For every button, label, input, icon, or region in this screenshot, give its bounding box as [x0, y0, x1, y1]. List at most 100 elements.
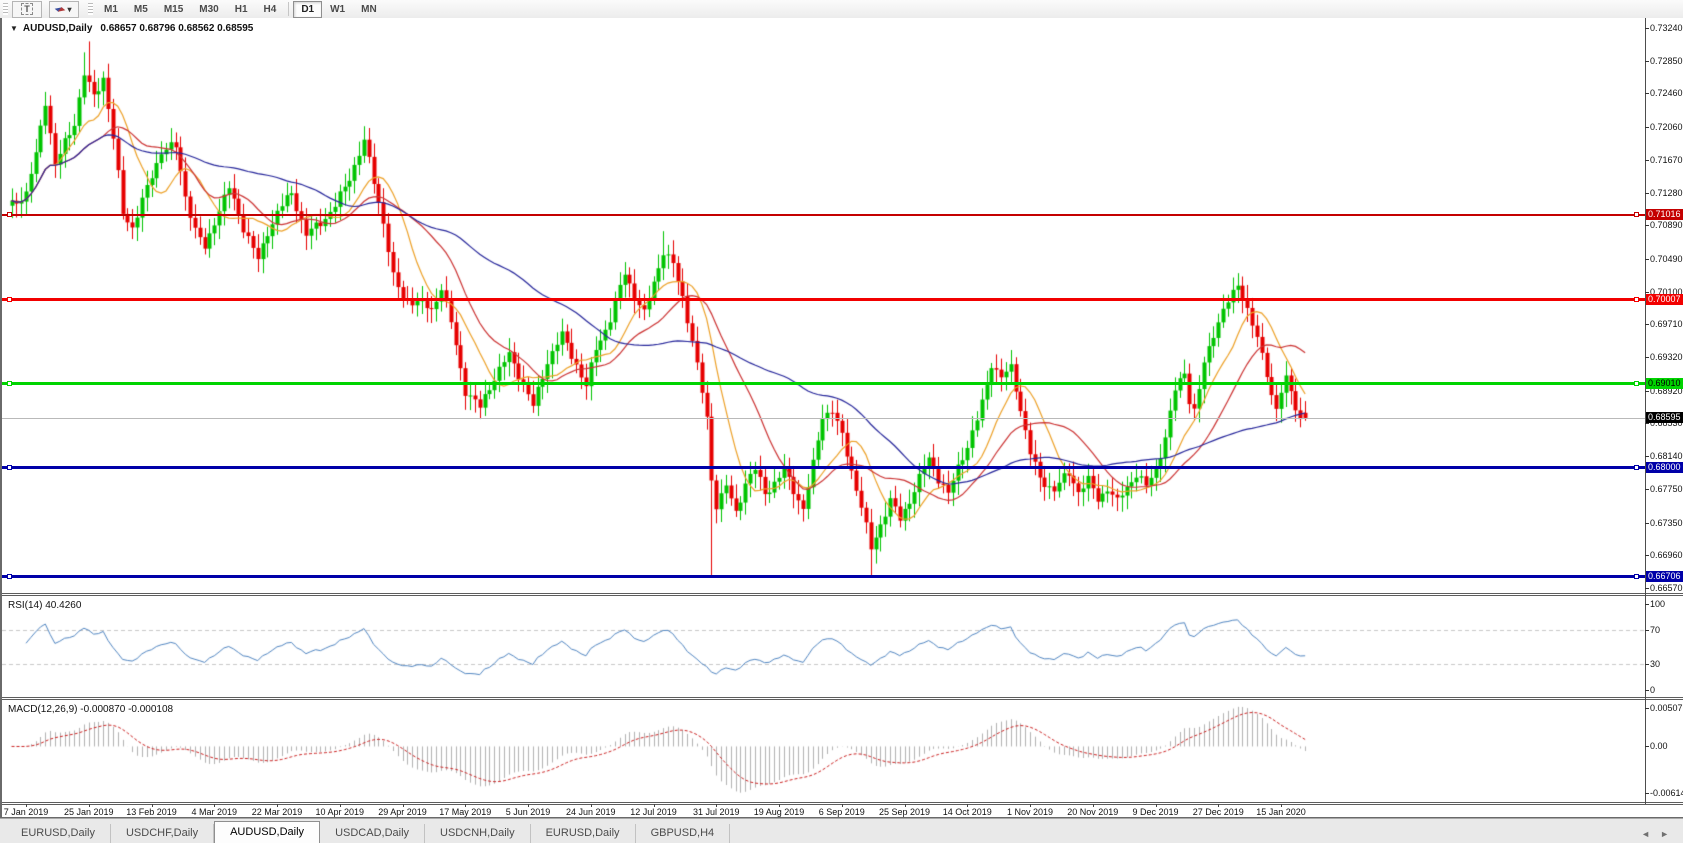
- price-axis-label: 0.70890: [1650, 220, 1683, 230]
- date-axis-label: 15 Jan 2020: [1256, 807, 1306, 817]
- price-axis-tick: [1645, 588, 1649, 589]
- line-marker[interactable]: [1634, 381, 1639, 386]
- price-axis-tick: [1645, 28, 1649, 29]
- tab-scroll-left-icon[interactable]: ◄: [1641, 829, 1650, 839]
- date-axis-label: 10 Apr 2019: [315, 807, 364, 817]
- price-axis-tick: [1645, 357, 1649, 358]
- dropdown-caret-icon: ▾: [67, 5, 71, 14]
- price-axis-line: [1645, 18, 1646, 804]
- tab-scroll-nav: ◄ ►: [1641, 829, 1669, 839]
- text-tool-icon: T: [21, 3, 33, 15]
- timeframe-button-h1[interactable]: H1: [227, 1, 256, 18]
- hline-0.68000[interactable]: [2, 466, 1645, 469]
- tab-usdchf-daily-1[interactable]: USDCHF,Daily: [111, 824, 214, 843]
- date-axis-label: 5 Jun 2019: [506, 807, 551, 817]
- hline-0.70007[interactable]: [2, 298, 1645, 301]
- timeframe-button-mn[interactable]: MN: [353, 1, 385, 18]
- price-axis-label: 0.66960: [1650, 550, 1683, 560]
- line-marker[interactable]: [1634, 212, 1639, 217]
- line-marker[interactable]: [1634, 297, 1639, 302]
- rsi-axis-label: 70: [1650, 625, 1660, 635]
- price-tag-0.66706: 0.66706: [1646, 571, 1683, 582]
- timeframe-button-m15[interactable]: M15: [156, 1, 191, 18]
- rsi-axis-tick: [1645, 630, 1649, 631]
- tab-scroll-right-icon[interactable]: ►: [1660, 829, 1669, 839]
- tab-usdcad-daily-3[interactable]: USDCAD,Daily: [320, 824, 425, 843]
- current-price-line: [2, 418, 1645, 419]
- tab-usdcnh-daily-4[interactable]: USDCNH,Daily: [425, 824, 531, 843]
- rsi-indicator-canvas[interactable]: [2, 596, 1645, 697]
- line-marker[interactable]: [1634, 574, 1639, 579]
- line-marker[interactable]: [1634, 465, 1639, 470]
- price-axis-tick: [1645, 555, 1649, 556]
- pane-separator[interactable]: [2, 593, 1683, 596]
- tab-eurusd-daily-5[interactable]: EURUSD,Daily: [531, 824, 636, 843]
- tabs-holder: EURUSD,DailyUSDCHF,DailyAUDUSD,DailyUSDC…: [6, 821, 730, 843]
- date-axis-label: 12 Jul 2019: [630, 807, 677, 817]
- pane-separator[interactable]: [2, 697, 1683, 700]
- toolbar-drag-handle[interactable]: [88, 3, 93, 15]
- price-axis-label: 0.72460: [1650, 88, 1683, 98]
- price-axis-tick: [1645, 61, 1649, 62]
- chart-tab-bar: EURUSD,DailyUSDCHF,DailyAUDUSD,DailyUSDC…: [0, 818, 1683, 843]
- date-axis-label: 4 Mar 2019: [191, 807, 237, 817]
- hline-0.71016[interactable]: [2, 214, 1645, 216]
- price-axis-tick: [1645, 127, 1649, 128]
- date-axis-label: 13 Feb 2019: [126, 807, 177, 817]
- line-marker[interactable]: [7, 212, 12, 217]
- price-axis-label: 0.71670: [1650, 155, 1683, 165]
- price-axis-label: 0.72850: [1650, 56, 1683, 66]
- line-marker[interactable]: [7, 574, 12, 579]
- timeframe-button-m5[interactable]: M5: [126, 1, 156, 18]
- price-axis-tick: [1645, 160, 1649, 161]
- line-marker[interactable]: [7, 381, 12, 386]
- date-axis-label: 20 Nov 2019: [1067, 807, 1118, 817]
- price-axis-tick: [1645, 93, 1649, 94]
- price-axis-tick: [1645, 324, 1649, 325]
- date-axis-label: 25 Jan 2019: [64, 807, 114, 817]
- chart-symbol-label: AUDUSD,Daily: [23, 23, 92, 34]
- price-tag-0.68000: 0.68000: [1646, 462, 1683, 473]
- hline-0.66706[interactable]: [2, 575, 1645, 578]
- price-axis-tick: [1645, 193, 1649, 194]
- dual-arrow-icon: [56, 5, 64, 14]
- timeframe-button-d1[interactable]: D1: [293, 1, 322, 18]
- macd-indicator-canvas[interactable]: [2, 700, 1645, 802]
- price-chart-canvas[interactable]: [2, 18, 1645, 593]
- macd-label: MACD(12,26,9) -0.000870 -0.000108: [8, 704, 173, 715]
- current-price-tag: 0.68595: [1646, 412, 1683, 423]
- chart-ohlc-values: 0.68657 0.68796 0.68562 0.68595: [100, 23, 253, 34]
- date-axis-label: 29 Apr 2019: [378, 807, 427, 817]
- tab-gbpusd-h4-6[interactable]: GBPUSD,H4: [636, 824, 731, 843]
- collapse-triangle-icon[interactable]: ▼: [10, 24, 18, 33]
- price-axis-label: 0.72060: [1650, 122, 1683, 132]
- macd-axis-tick: [1645, 746, 1649, 747]
- timeframe-button-m30[interactable]: M30: [191, 1, 226, 18]
- date-axis-label: 1 Nov 2019: [1007, 807, 1053, 817]
- rsi-axis-label: 0: [1650, 685, 1655, 695]
- date-axis-label: 6 Sep 2019: [819, 807, 865, 817]
- tab-audusd-daily-2[interactable]: AUDUSD,Daily: [214, 821, 320, 843]
- toolbar-drag-handle[interactable]: [3, 3, 8, 15]
- rsi-axis-label: 30: [1650, 659, 1660, 669]
- timeframe-button-w1[interactable]: W1: [322, 1, 353, 18]
- price-tag-0.70007: 0.70007: [1646, 294, 1683, 305]
- hline-0.69010[interactable]: [2, 382, 1645, 385]
- toolbar: T ▾ M1M5M15M30H1H4 D1W1MN: [0, 0, 1683, 19]
- price-axis-label: 0.68140: [1650, 451, 1683, 461]
- line-marker[interactable]: [7, 465, 12, 470]
- tab-eurusd-daily-0[interactable]: EURUSD,Daily: [6, 824, 111, 843]
- price-axis-tick: [1645, 423, 1649, 424]
- timeframe-button-m1[interactable]: M1: [96, 1, 126, 18]
- line-marker[interactable]: [7, 297, 12, 302]
- rsi-label: RSI(14) 40.4260: [8, 600, 81, 611]
- date-axis-label: 9 Dec 2019: [1132, 807, 1178, 817]
- price-axis-tick: [1645, 292, 1649, 293]
- price-axis-label: 0.66570: [1650, 583, 1683, 593]
- timeframe-button-h4[interactable]: H4: [256, 1, 285, 18]
- text-tool-button[interactable]: T: [12, 1, 42, 18]
- macd-axis-label: 0.00: [1650, 741, 1668, 751]
- macd-axis-label: -0.006148: [1650, 788, 1683, 798]
- arrows-tool-button[interactable]: ▾: [49, 1, 79, 18]
- price-axis-label: 0.67750: [1650, 484, 1683, 494]
